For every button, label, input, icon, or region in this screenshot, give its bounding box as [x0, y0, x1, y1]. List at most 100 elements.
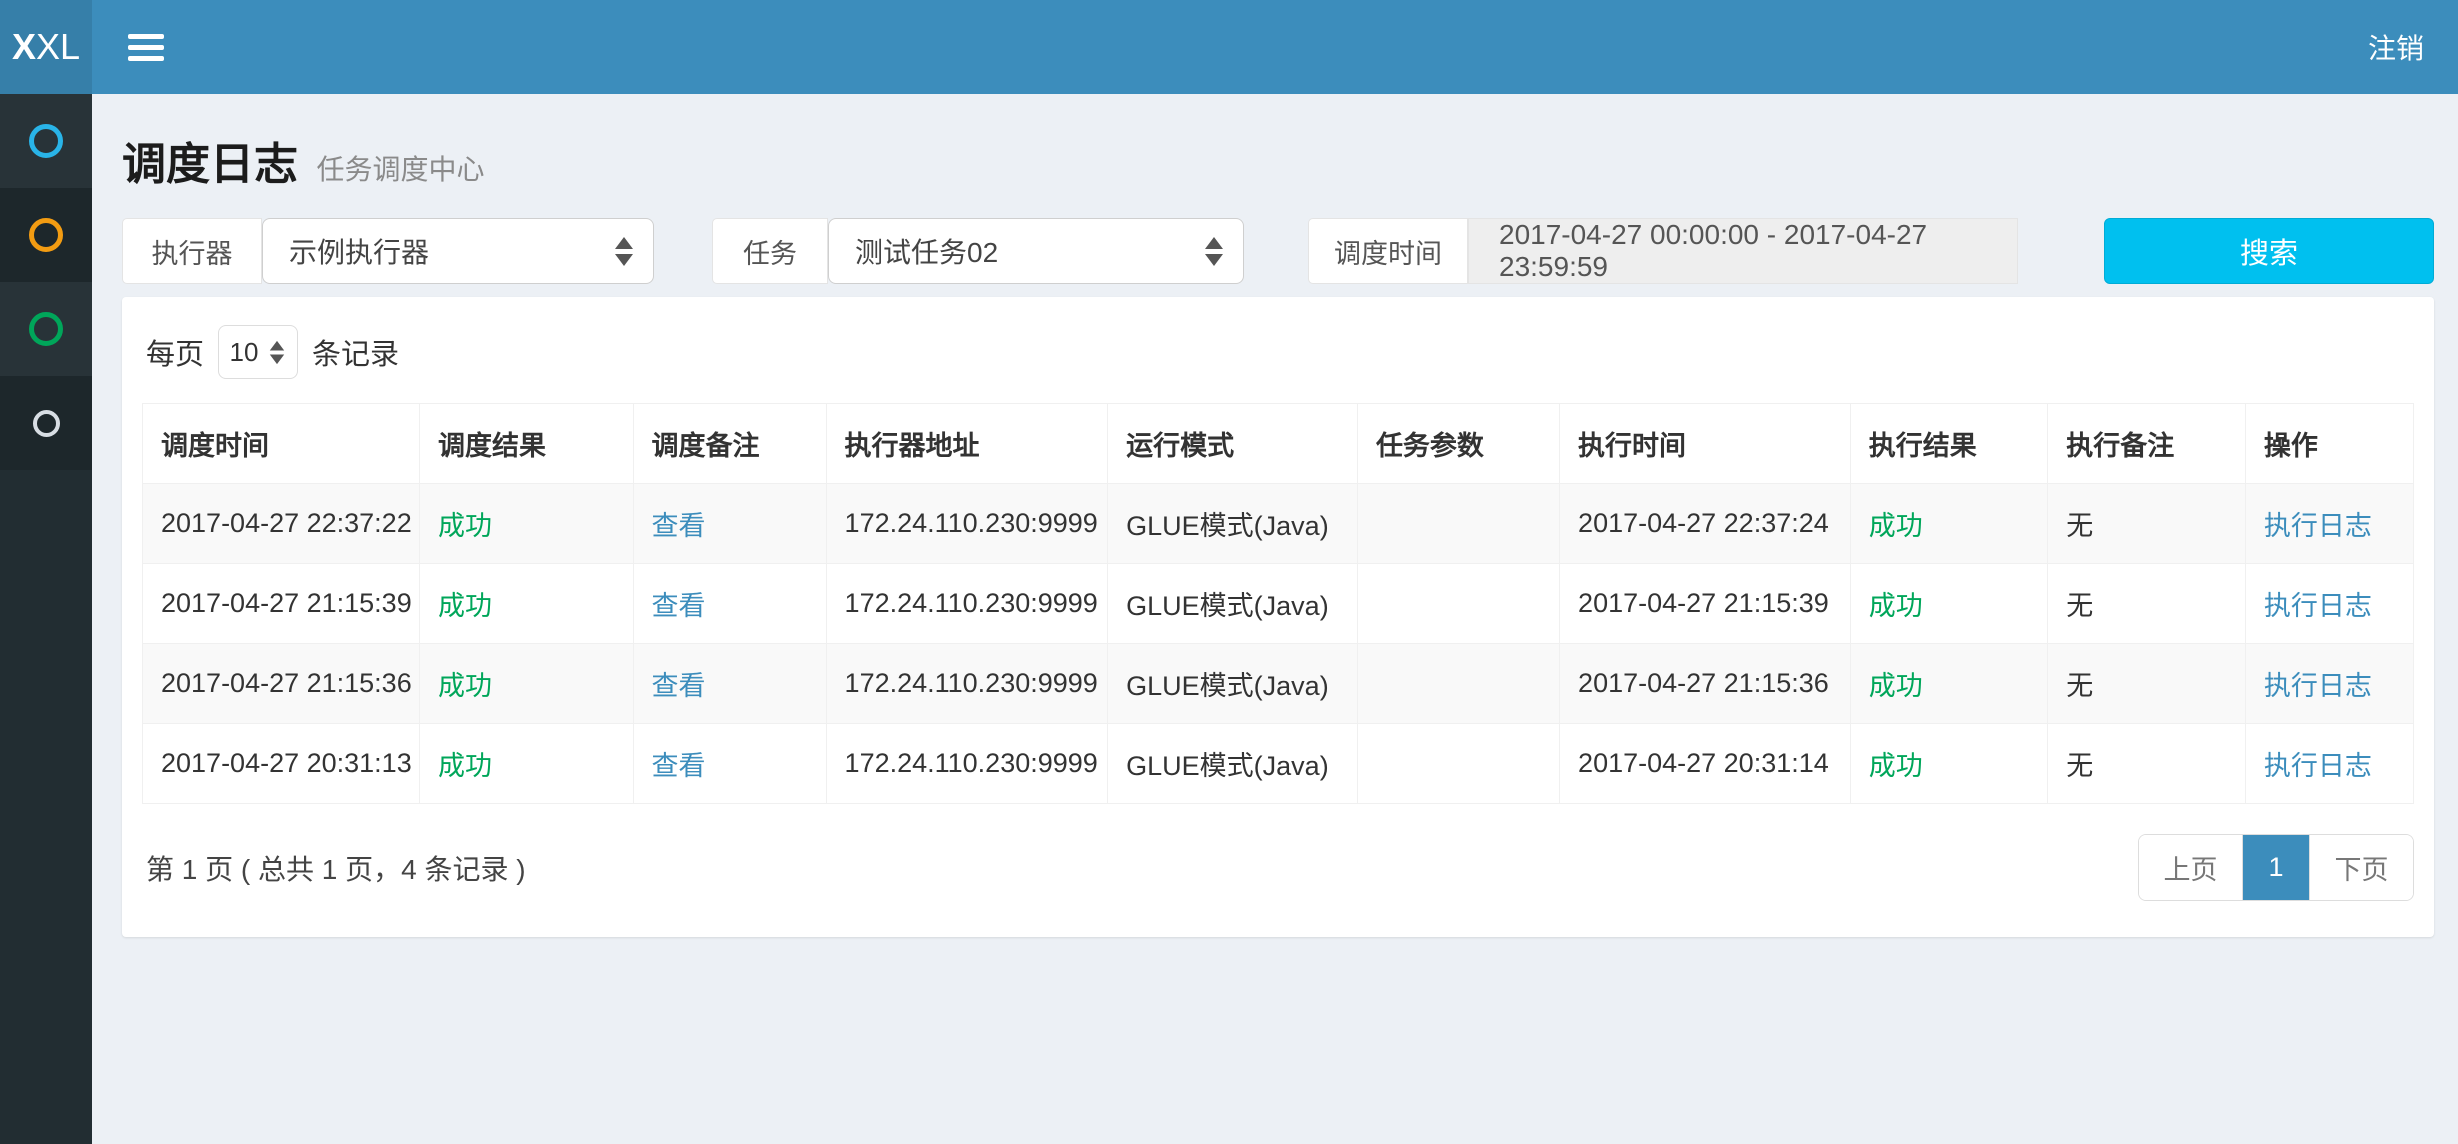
executor-select[interactable]: 示例执行器 — [262, 218, 654, 284]
current-page-button[interactable]: 1 — [2243, 835, 2309, 900]
cell-handle-time: 2017-04-27 20:31:14 — [1560, 724, 1851, 804]
cell-run-mode: GLUE模式(Java) — [1108, 484, 1358, 564]
job-select-value: 测试任务02 — [855, 231, 998, 271]
col-handle-msg: 执行备注 — [2048, 404, 2246, 484]
cell-trigger-time: 2017-04-27 22:37:22 — [143, 484, 420, 564]
cell-trigger-time: 2017-04-27 21:15:36 — [143, 644, 420, 724]
select-arrows-icon — [1205, 237, 1223, 266]
exec-log-link[interactable]: 执行日志 — [2264, 591, 2372, 621]
cell-executor-address: 172.24.110.230:9999 — [826, 564, 1108, 644]
table-row: 2017-04-27 21:15:39 成功 查看 172.24.110.230… — [143, 564, 2414, 644]
circle-outline-icon — [29, 124, 63, 158]
cell-trigger-result: 成功 — [420, 564, 633, 644]
cell-job-param — [1357, 644, 1559, 724]
logout-link[interactable]: 注销 — [2362, 17, 2430, 77]
pagination-info: 第 1 页 ( 总共 1 页，4 条记录 ) — [142, 848, 526, 888]
circle-outline-icon — [33, 410, 60, 437]
trigger-time-range-input[interactable]: 2017-04-27 00:00:00 - 2017-04-27 23:59:5… — [1468, 218, 2018, 284]
schedule-log-table: 调度时间 调度结果 调度备注 执行器地址 运行模式 任务参数 执行时间 执行结果… — [142, 403, 2414, 804]
hamburger-bar — [128, 45, 164, 50]
job-filter-label: 任务 — [712, 218, 828, 284]
cell-job-param — [1357, 484, 1559, 564]
logo-light-text: XL — [36, 26, 80, 68]
select-arrows-icon — [270, 340, 284, 363]
sidebar-item-2[interactable] — [0, 188, 92, 282]
cell-run-mode: GLUE模式(Java) — [1108, 564, 1358, 644]
page-header: 调度日志 任务调度中心 — [122, 128, 2434, 192]
table-header-row: 调度时间 调度结果 调度备注 执行器地址 运行模式 任务参数 执行时间 执行结果… — [143, 404, 2414, 484]
col-action: 操作 — [2245, 404, 2413, 484]
cell-handle-result: 成功 — [1850, 484, 2048, 564]
cell-trigger-time: 2017-04-27 20:31:13 — [143, 724, 420, 804]
cell-job-param — [1357, 564, 1559, 644]
col-run-mode: 运行模式 — [1108, 404, 1358, 484]
cell-trigger-time: 2017-04-27 21:15:39 — [143, 564, 420, 644]
cell-job-param — [1357, 724, 1559, 804]
executor-filter-label: 执行器 — [122, 218, 262, 284]
pagination-row: 第 1 页 ( 总共 1 页，4 条记录 ) 上页 1 下页 — [142, 834, 2414, 901]
logo-bold-text: X — [12, 26, 36, 68]
trigger-time-filter-label: 调度时间 — [1308, 218, 1468, 284]
page-size-row: 每页 10 条记录 — [142, 319, 2414, 403]
cell-executor-address: 172.24.110.230:9999 — [826, 484, 1108, 564]
hamburger-bar — [128, 34, 164, 39]
sidebar-item-3[interactable] — [0, 282, 92, 376]
page-title: 调度日志 — [122, 140, 298, 189]
table-row: 2017-04-27 22:37:22 成功 查看 172.24.110.230… — [143, 484, 2414, 564]
cell-handle-result: 成功 — [1850, 564, 2048, 644]
cell-handle-msg: 无 — [2048, 564, 2246, 644]
cell-run-mode: GLUE模式(Java) — [1108, 724, 1358, 804]
prev-page-button[interactable]: 上页 — [2139, 835, 2243, 900]
cell-handle-result: 成功 — [1850, 644, 2048, 724]
page-size-prefix-label: 每页 — [146, 331, 204, 373]
page-size-suffix-label: 条记录 — [312, 331, 399, 373]
circle-outline-icon — [29, 312, 63, 346]
cell-trigger-result: 成功 — [420, 644, 633, 724]
app-logo[interactable]: XXL — [0, 0, 92, 94]
main-content: 调度日志 任务调度中心 执行器 示例执行器 任务 测试任务02 调度时间 201… — [92, 94, 2458, 1144]
cell-handle-result: 成功 — [1850, 724, 2048, 804]
cell-handle-time: 2017-04-27 21:15:36 — [1560, 644, 1851, 724]
col-executor-address: 执行器地址 — [826, 404, 1108, 484]
filter-bar: 执行器 示例执行器 任务 测试任务02 调度时间 2017-04-27 00:0… — [122, 218, 2434, 284]
sidebar-item-4[interactable] — [0, 376, 92, 470]
col-trigger-msg: 调度备注 — [633, 404, 826, 484]
log-table-panel: 每页 10 条记录 调度时间 调度结果 — [122, 297, 2434, 937]
exec-log-link[interactable]: 执行日志 — [2264, 671, 2372, 701]
job-select[interactable]: 测试任务02 — [828, 218, 1244, 284]
col-job-param: 任务参数 — [1357, 404, 1559, 484]
exec-log-link[interactable]: 执行日志 — [2264, 511, 2372, 541]
top-navbar: XXL 注销 — [0, 0, 2458, 94]
cell-handle-msg: 无 — [2048, 724, 2246, 804]
cell-executor-address: 172.24.110.230:9999 — [826, 644, 1108, 724]
cell-trigger-result: 成功 — [420, 724, 633, 804]
col-handle-result: 执行结果 — [1850, 404, 2048, 484]
pagination-controls: 上页 1 下页 — [2138, 834, 2414, 901]
sidebar-item-1[interactable] — [0, 94, 92, 188]
view-trigger-msg-link[interactable]: 查看 — [652, 671, 706, 701]
table-row: 2017-04-27 21:15:36 成功 查看 172.24.110.230… — [143, 644, 2414, 724]
page-size-select[interactable]: 10 — [218, 325, 298, 379]
cell-trigger-result: 成功 — [420, 484, 633, 564]
cell-handle-time: 2017-04-27 21:15:39 — [1560, 564, 1851, 644]
page-subtitle: 任务调度中心 — [316, 154, 484, 185]
view-trigger-msg-link[interactable]: 查看 — [652, 751, 706, 781]
col-handle-time: 执行时间 — [1560, 404, 1851, 484]
next-page-button[interactable]: 下页 — [2309, 835, 2413, 900]
select-arrows-icon — [615, 237, 633, 266]
search-button[interactable]: 搜索 — [2104, 218, 2434, 284]
col-trigger-time: 调度时间 — [143, 404, 420, 484]
view-trigger-msg-link[interactable]: 查看 — [652, 591, 706, 621]
table-row: 2017-04-27 20:31:13 成功 查看 172.24.110.230… — [143, 724, 2414, 804]
executor-select-value: 示例执行器 — [289, 231, 429, 271]
sidebar-toggle-icon[interactable] — [118, 18, 174, 77]
exec-log-link[interactable]: 执行日志 — [2264, 751, 2372, 781]
view-trigger-msg-link[interactable]: 查看 — [652, 511, 706, 541]
hamburger-bar — [128, 56, 164, 61]
cell-executor-address: 172.24.110.230:9999 — [826, 724, 1108, 804]
page-size-value: 10 — [230, 337, 259, 368]
sidebar-nav — [0, 94, 92, 1144]
cell-handle-msg: 无 — [2048, 484, 2246, 564]
cell-handle-time: 2017-04-27 22:37:24 — [1560, 484, 1851, 564]
cell-run-mode: GLUE模式(Java) — [1108, 644, 1358, 724]
